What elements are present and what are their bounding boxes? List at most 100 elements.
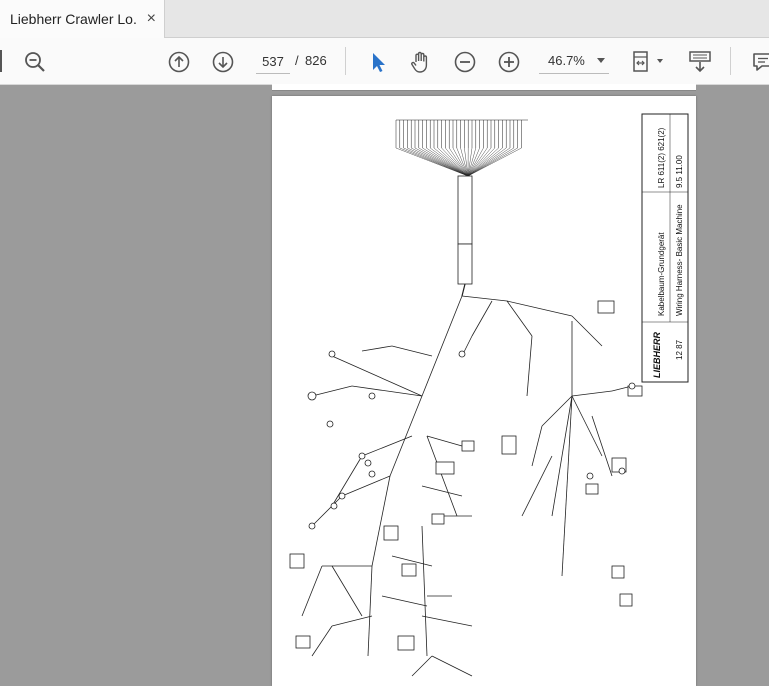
harness-wire bbox=[312, 496, 342, 526]
harness-wire bbox=[432, 656, 472, 676]
zoom-in-icon[interactable] bbox=[496, 49, 522, 75]
harness-wire bbox=[427, 436, 462, 446]
brand-logo: LIEBHERR bbox=[652, 331, 662, 378]
harness-wire bbox=[592, 416, 612, 476]
harness-wire bbox=[415, 148, 468, 176]
harness-connector bbox=[458, 244, 472, 284]
harness-wire bbox=[302, 566, 322, 616]
drawing-model: LR 611(2) 621(2) bbox=[657, 127, 666, 188]
select-tool-icon[interactable] bbox=[365, 49, 391, 75]
harness-connector bbox=[296, 636, 310, 648]
harness-wire bbox=[572, 316, 602, 346]
harness-connector bbox=[402, 564, 416, 576]
harness-connector bbox=[612, 566, 624, 578]
hand-tool-icon[interactable] bbox=[407, 49, 433, 75]
harness-wire bbox=[572, 391, 612, 396]
zoom-level-select[interactable]: 46.7% bbox=[539, 49, 609, 74]
harness-wire bbox=[362, 346, 392, 351]
comment-icon[interactable] bbox=[750, 49, 769, 75]
harness-wire bbox=[462, 296, 507, 301]
page-separator: / bbox=[295, 53, 299, 68]
harness-connector bbox=[586, 484, 598, 494]
drawing-title-en: Wiring Harness- Basic Machine bbox=[675, 204, 684, 316]
search-icon[interactable] bbox=[22, 49, 48, 75]
chevron-down-icon bbox=[597, 58, 605, 63]
harness-connector bbox=[502, 436, 516, 454]
harness-ring-terminal bbox=[329, 351, 335, 357]
toolbar: / 826 46.7% bbox=[0, 38, 769, 85]
harness-wire bbox=[472, 301, 492, 336]
harness-wire bbox=[390, 396, 422, 476]
harness-wire bbox=[422, 296, 462, 396]
harness-wire bbox=[332, 356, 422, 396]
harness-wire bbox=[392, 346, 432, 356]
harness-wire bbox=[572, 396, 602, 456]
harness-wire bbox=[532, 426, 542, 466]
harness-wire bbox=[422, 526, 427, 656]
harness-ring-terminal bbox=[359, 453, 365, 459]
harness-connector bbox=[398, 636, 414, 650]
zoom-out-icon[interactable] bbox=[452, 49, 478, 75]
harness-wire bbox=[422, 486, 462, 496]
toolbar-edge-divider bbox=[0, 50, 2, 72]
harness-connector bbox=[432, 514, 444, 524]
previous-page-edge bbox=[272, 84, 696, 91]
harness-wire bbox=[468, 148, 499, 176]
harness-connector bbox=[598, 301, 614, 313]
harness-wire bbox=[382, 596, 427, 606]
harness-connector bbox=[290, 554, 304, 568]
harness-connector bbox=[436, 462, 454, 474]
harness-wire bbox=[434, 148, 468, 176]
harness-wire bbox=[332, 616, 372, 626]
drawing-doc-number: 9.5 11.00 bbox=[675, 155, 684, 188]
harness-connector bbox=[462, 441, 474, 451]
harness-ring-terminal bbox=[369, 393, 375, 399]
close-tab-icon[interactable]: × bbox=[147, 10, 156, 28]
toolbar-divider bbox=[730, 47, 731, 75]
wiring-harness-drawing: LR 611(2) 621(2) 9.5 11.00 Kabelbaum-Gru… bbox=[272, 96, 696, 686]
harness-wire bbox=[468, 148, 518, 176]
harness-ring-terminal bbox=[587, 473, 593, 479]
harness-wire bbox=[438, 148, 468, 176]
previous-page-icon[interactable] bbox=[166, 49, 192, 75]
scroll-mode-icon[interactable] bbox=[687, 49, 713, 75]
harness-ring-terminal bbox=[327, 421, 333, 427]
harness-ring-terminal bbox=[365, 460, 371, 466]
harness-ring-terminal bbox=[308, 392, 316, 400]
harness-wire bbox=[527, 336, 532, 396]
page-number-input[interactable] bbox=[256, 49, 290, 74]
harness-wire bbox=[522, 456, 552, 516]
harness-wire bbox=[312, 386, 352, 396]
harness-ring-terminal bbox=[331, 503, 337, 509]
harness-wire bbox=[400, 148, 468, 176]
pdf-page: LR 611(2) 621(2) 9.5 11.00 Kabelbaum-Gru… bbox=[272, 96, 696, 686]
harness-wire bbox=[468, 148, 487, 176]
harness-wire bbox=[332, 456, 362, 506]
document-tab-title: Liebherr Crawler Lo... bbox=[10, 11, 138, 27]
harness-wire bbox=[468, 148, 510, 176]
harness-wire bbox=[411, 148, 468, 176]
harness-wire bbox=[468, 148, 521, 176]
zoom-level-value: 46.7% bbox=[548, 53, 585, 68]
harness-ring-terminal bbox=[369, 471, 375, 477]
next-page-icon[interactable] bbox=[210, 49, 236, 75]
harness-wire bbox=[412, 656, 432, 676]
harness-wire bbox=[396, 148, 468, 176]
harness-wire bbox=[507, 301, 572, 316]
harness-wire bbox=[362, 436, 412, 456]
harness-wire bbox=[422, 616, 472, 626]
harness-connector bbox=[620, 594, 632, 606]
harness-wire bbox=[312, 626, 332, 656]
document-tab[interactable]: Liebherr Crawler Lo... × bbox=[0, 0, 165, 38]
harness-wire bbox=[462, 284, 465, 296]
harness-wire bbox=[562, 396, 572, 576]
harness-wire bbox=[407, 148, 468, 176]
page-fit-icon[interactable] bbox=[630, 49, 666, 75]
drawing-date: 12 87 bbox=[675, 339, 684, 360]
harness-ring-terminal bbox=[619, 468, 625, 474]
harness-connector bbox=[458, 176, 472, 244]
harness-ring-terminal bbox=[309, 523, 315, 529]
harness-ring-terminal bbox=[339, 493, 345, 499]
harness-wire bbox=[427, 436, 457, 516]
drawing-title-de: Kabelbaum-Grundgerät bbox=[657, 232, 666, 316]
